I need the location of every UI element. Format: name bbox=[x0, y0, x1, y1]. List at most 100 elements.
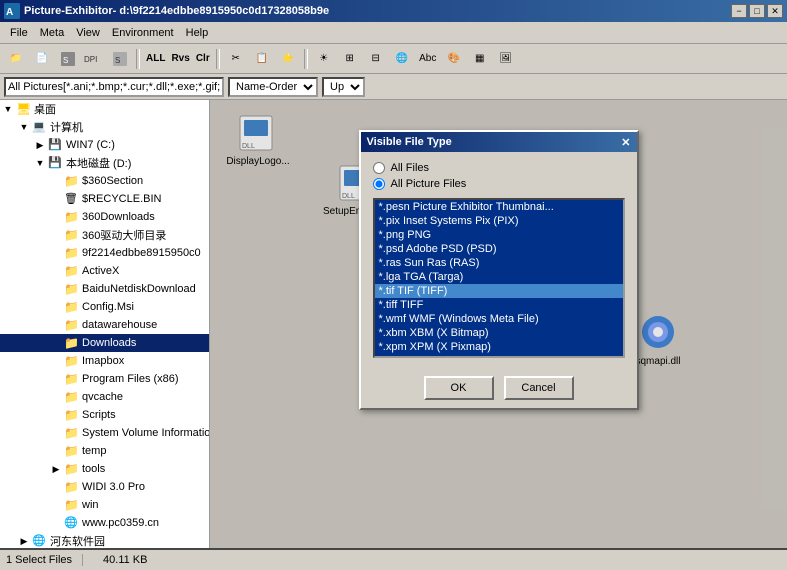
radio-group: All Files All Picture Files bbox=[373, 162, 625, 190]
list-item-wmf[interactable]: *.wmf WMF (Windows Meta File) bbox=[375, 312, 623, 326]
computer-icon: 💻 bbox=[32, 120, 48, 134]
tree-label-computer: 计算机 bbox=[50, 119, 83, 135]
tree-imapbox[interactable]: 📁 Imapbox bbox=[0, 352, 209, 370]
minimize-button[interactable]: − bbox=[731, 4, 747, 18]
expand-win bbox=[48, 497, 64, 513]
ok-button[interactable]: OK bbox=[424, 376, 494, 400]
toolbar-sep-3 bbox=[304, 49, 308, 69]
svg-text:DPI: DPI bbox=[84, 55, 97, 64]
expand-systemvolume bbox=[48, 425, 64, 441]
list-item-tiff[interactable]: *.tiff TIFF bbox=[375, 298, 623, 312]
tree-widi[interactable]: 📁 WIDI 3.0 Pro bbox=[0, 478, 209, 496]
toolbar-text[interactable]: Abc bbox=[416, 47, 440, 71]
toolbar-sun[interactable]: ☀ bbox=[312, 47, 336, 71]
drive-icon-c: 💾 bbox=[48, 138, 64, 152]
recycle-icon: 🗑 bbox=[64, 192, 80, 206]
tree-root[interactable]: ▼ 🖥 桌面 bbox=[0, 100, 209, 118]
svg-text:S: S bbox=[63, 56, 68, 65]
close-button[interactable]: ✕ bbox=[767, 4, 783, 18]
toolbar-dpi[interactable]: DPI bbox=[82, 47, 106, 71]
title-bar: A Picture-Exhibitor- d:\9f2214edbbe89159… bbox=[0, 0, 787, 22]
folder-icon-temp: 📁 bbox=[64, 444, 80, 458]
tree-datawarehouse[interactable]: 📁 datawarehouse bbox=[0, 316, 209, 334]
list-item-lga[interactable]: *.lga TGA (Targa) bbox=[375, 270, 623, 284]
toolbar-btn-3[interactable]: S bbox=[56, 47, 80, 71]
tree-tools[interactable]: ▶ 📁 tools bbox=[0, 460, 209, 478]
tree-360dir[interactable]: 📁 360驱动大师目录 bbox=[0, 226, 209, 244]
main-area: ▼ 🖥 桌面 ▼ 💻 计算机 ▶ 💾 WIN7 (C:) ▼ 💾 本地磁盘 (D… bbox=[0, 100, 787, 548]
menu-help[interactable]: Help bbox=[180, 25, 215, 41]
list-item-ras[interactable]: *.ras Sun Ras (RAS) bbox=[375, 256, 623, 270]
file-type-list[interactable]: *.pesn Picture Exhibitor Thumbnai... *.p… bbox=[373, 198, 625, 358]
tree-systemvolume[interactable]: 📁 System Volume Informatio... bbox=[0, 424, 209, 442]
radio-all-files[interactable]: All Files bbox=[373, 162, 625, 174]
list-item-xbm[interactable]: *.xbm XBM (X Bitmap) bbox=[375, 326, 623, 340]
expand-widi bbox=[48, 479, 64, 495]
tree-label-datawarehouse: datawarehouse bbox=[82, 319, 157, 331]
toolbar-globe[interactable]: 🌐 bbox=[390, 47, 414, 71]
tree-downloads[interactable]: 📁 Downloads bbox=[0, 334, 209, 352]
svg-text:A: A bbox=[6, 7, 13, 18]
tree-programfiles[interactable]: 📁 Program Files (x86) bbox=[0, 370, 209, 388]
list-item-png[interactable]: *.png PNG bbox=[375, 228, 623, 242]
toolbar-btn-2[interactable]: 📄 bbox=[30, 47, 54, 71]
tree-locald[interactable]: ▼ 💾 本地磁盘 (D:) bbox=[0, 154, 209, 172]
tree-label-360section: $360Section bbox=[82, 175, 143, 187]
radio-pictures-input[interactable] bbox=[373, 178, 385, 190]
tree-recycle[interactable]: 🗑 $RECYCLE.BIN bbox=[0, 190, 209, 208]
tree-scripts[interactable]: 📁 Scripts bbox=[0, 406, 209, 424]
tree-label-360dir: 360驱动大师目录 bbox=[82, 227, 166, 243]
content-area: DLL DisplayLogo... DLL SetupEngine.dll bbox=[210, 100, 787, 548]
tree-win7c[interactable]: ▶ 💾 WIN7 (C:) bbox=[0, 136, 209, 154]
tree-360downloads[interactable]: 📁 360Downloads bbox=[0, 208, 209, 226]
cancel-button[interactable]: Cancel bbox=[504, 376, 574, 400]
toolbar-grid[interactable]: ⊞ bbox=[338, 47, 362, 71]
tree-computer[interactable]: ▼ 💻 计算机 bbox=[0, 118, 209, 136]
toolbar-btn-1[interactable]: 📁 bbox=[4, 47, 28, 71]
toolbar-table[interactable]: ⊟ bbox=[364, 47, 388, 71]
list-item-tif[interactable]: *.tif TIF (TIFF) bbox=[375, 284, 623, 298]
toolbar-copy[interactable]: 📋 bbox=[250, 47, 274, 71]
expand-qvcache bbox=[48, 389, 64, 405]
sort-select[interactable]: Name-Order bbox=[228, 77, 318, 97]
tree-activex[interactable]: 📁 ActiveX bbox=[0, 262, 209, 280]
radio-all-label: All Files bbox=[391, 162, 430, 174]
direction-select[interactable]: Up bbox=[322, 77, 365, 97]
maximize-button[interactable]: □ bbox=[749, 4, 765, 18]
toolbar-grid2[interactable]: ▦ bbox=[468, 47, 492, 71]
toolbar-star[interactable]: ⭐ bbox=[276, 47, 300, 71]
list-item-psd[interactable]: *.psd Adobe PSD (PSD) bbox=[375, 242, 623, 256]
radio-picture-files[interactable]: All Picture Files bbox=[373, 178, 625, 190]
tree-360section[interactable]: 📁 $360Section bbox=[0, 172, 209, 190]
toolbar-btn-4[interactable]: S bbox=[108, 47, 132, 71]
folder-icon-scripts: 📁 bbox=[64, 408, 80, 422]
menu-file[interactable]: File bbox=[4, 25, 34, 41]
tree-9f2214[interactable]: 📁 9f2214edbbe8915950c0 bbox=[0, 244, 209, 262]
filter-input[interactable] bbox=[4, 77, 224, 97]
toolbar-paint[interactable]: 🎨 bbox=[442, 47, 466, 71]
tree-qvcache[interactable]: 📁 qvcache bbox=[0, 388, 209, 406]
tree-config[interactable]: 📁 Config.Msi bbox=[0, 298, 209, 316]
list-item-pix[interactable]: *.pix Inset Systems Pix (PIX) bbox=[375, 214, 623, 228]
toolbar-cut[interactable]: ✂ bbox=[224, 47, 248, 71]
dialog-close-button[interactable]: ✕ bbox=[621, 136, 630, 149]
menu-meta[interactable]: Meta bbox=[34, 25, 70, 41]
list-item-allfiles[interactable]: ** All Files bbox=[375, 354, 623, 358]
menu-environment[interactable]: Environment bbox=[106, 25, 180, 41]
toolbar-img[interactable]: 🖼 bbox=[494, 47, 518, 71]
app-icon: A bbox=[4, 3, 20, 19]
folder-icon-360section: 📁 bbox=[64, 174, 80, 188]
list-item-pesn[interactable]: *.pesn Picture Exhibitor Thumbnai... bbox=[375, 200, 623, 214]
tree-temp[interactable]: 📁 temp bbox=[0, 442, 209, 460]
tree-hedong[interactable]: ▶ 🌐 河东软件园 bbox=[0, 532, 209, 548]
tree-win[interactable]: 📁 win bbox=[0, 496, 209, 514]
expand-locald: ▼ bbox=[32, 155, 48, 171]
filter-bar: Name-Order Up bbox=[0, 74, 787, 100]
tree-label-recycle: $RECYCLE.BIN bbox=[82, 193, 161, 205]
list-item-xpm[interactable]: *.xpm XPM (X Pixmap) bbox=[375, 340, 623, 354]
menu-view[interactable]: View bbox=[70, 25, 106, 41]
toolbar-sep-1 bbox=[136, 49, 140, 69]
tree-pc0359[interactable]: 🌐 www.pc0359.cn bbox=[0, 514, 209, 532]
tree-baidu[interactable]: 📁 BaiduNetdiskDownload bbox=[0, 280, 209, 298]
radio-all-input[interactable] bbox=[373, 162, 385, 174]
